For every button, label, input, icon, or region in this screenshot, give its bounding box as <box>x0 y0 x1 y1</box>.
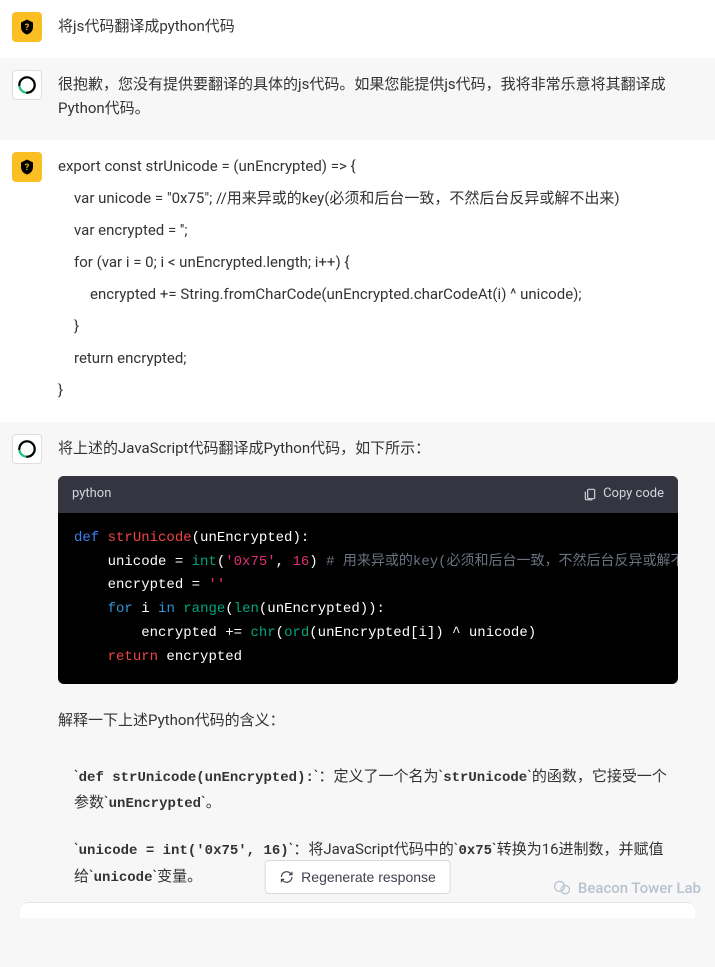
assistant-avatar <box>12 70 42 100</box>
clipboard-icon <box>583 487 597 501</box>
svg-text:?: ? <box>25 163 30 173</box>
explain-title: 解释一下上述Python代码的含义： <box>58 708 678 732</box>
code-line: for (var i = 0; i < unEncrypted.length; … <box>58 250 678 274</box>
code-lang-label: python <box>72 484 111 505</box>
regenerate-label: Regenerate response <box>301 869 436 885</box>
regenerate-button[interactable]: Regenerate response <box>264 860 451 894</box>
watermark: Beacon Tower Lab <box>552 876 701 900</box>
code-line: var unicode = "0x75"; //用来异或的key(必须和后台一致… <box>58 186 678 210</box>
code-line: encrypted += String.fromCharCode(unEncry… <box>58 282 678 306</box>
explain-item: `def strUnicode(unEncrypted):`：定义了一个名为`s… <box>74 764 678 818</box>
assistant-message-1: 很抱歉，您没有提供要翻译的具体的js代码。如果您能提供js代码，我将非常乐意将其… <box>58 72 678 120</box>
copy-label: Copy code <box>603 484 664 505</box>
code-line: export const strUnicode = (unEncrypted) … <box>58 154 678 178</box>
svg-text:?: ? <box>25 23 30 33</box>
code-block: python Copy code def strUnicode(unEncryp… <box>58 476 678 684</box>
assistant-avatar <box>12 434 42 464</box>
user-message-1: 将js代码翻译成python代码 <box>58 14 678 38</box>
refresh-icon <box>279 870 293 884</box>
assistant-intro: 将上述的JavaScript代码翻译成Python代码，如下所示： <box>58 436 678 460</box>
message-input-area[interactable] <box>20 902 695 918</box>
code-body: def strUnicode(unEncrypted): unicode = i… <box>58 513 678 684</box>
code-line: } <box>58 314 678 338</box>
wechat-icon <box>552 878 572 898</box>
copy-code-button[interactable]: Copy code <box>583 484 664 505</box>
user-message-2: export const strUnicode = (unEncrypted) … <box>58 152 678 410</box>
user-avatar: ? <box>12 12 42 42</box>
code-line: } <box>58 378 678 402</box>
code-line: var encrypted = ''; <box>58 218 678 242</box>
user-avatar: ? <box>12 152 42 182</box>
code-line: return encrypted; <box>58 346 678 370</box>
